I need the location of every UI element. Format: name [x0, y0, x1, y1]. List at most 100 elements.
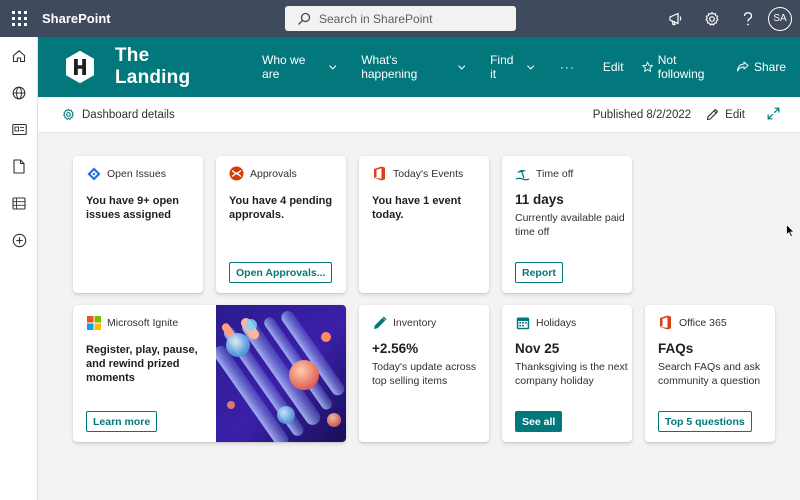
star-icon: [641, 61, 653, 72]
card-header-label: Today's Events: [393, 167, 464, 180]
nav-whats-happening[interactable]: What's happening: [361, 53, 465, 81]
search-placeholder: Search in SharePoint: [319, 11, 433, 26]
site-header: The Landing Who we are What's happening …: [38, 37, 800, 97]
learn-more-button[interactable]: Learn more: [86, 411, 158, 432]
help-button[interactable]: [730, 0, 766, 37]
card-title: You have 9+ open issues assigned: [86, 195, 180, 221]
holidays-card[interactable]: Holidays Nov 25 Thanksgiving is the next…: [502, 305, 632, 442]
card-description: Search FAQs and ask community a question: [658, 361, 761, 387]
follow-label: Not following: [657, 53, 705, 81]
inventory-card[interactable]: Inventory +2.56% Today's update across t…: [359, 305, 489, 442]
command-bar: Dashboard details Published 8/2/2022 Edi…: [38, 97, 800, 133]
nav-label: Who we are: [262, 53, 306, 81]
nav-find-it[interactable]: Find it: [490, 53, 535, 81]
page-edit-button[interactable]: Edit: [706, 108, 745, 121]
beach-icon: [515, 166, 530, 181]
dashboard-canvas: Open Issues You have 9+ open issues assi…: [38, 133, 800, 500]
card-title: You have 1 event today.: [372, 195, 462, 221]
expand-icon: [767, 107, 780, 119]
rail-create-button[interactable]: [0, 222, 38, 259]
card-header-label: Open Issues: [107, 167, 166, 180]
search-icon: [298, 12, 311, 25]
office-icon: [658, 315, 673, 330]
avatar[interactable]: SA: [768, 6, 792, 31]
settings-button[interactable]: [694, 0, 730, 37]
gear-icon: [705, 11, 719, 26]
card-description: Today's update across top selling items: [372, 361, 477, 387]
open-issues-card[interactable]: Open Issues You have 9+ open issues assi…: [73, 156, 203, 293]
time-off-value: 11 days: [515, 192, 564, 207]
card-title: You have 4 pending approvals.: [229, 195, 333, 221]
dashboard-details-label: Dashboard details: [82, 108, 175, 121]
card-description: Currently available paid time off: [515, 212, 625, 238]
rail-lists-button[interactable]: [0, 185, 38, 222]
announcements-button[interactable]: [658, 0, 694, 37]
card-header-label: Holidays: [536, 316, 577, 329]
left-rail: [0, 37, 38, 500]
home-icon: [12, 49, 26, 62]
expand-button[interactable]: [767, 107, 780, 123]
see-all-button[interactable]: See all: [515, 411, 563, 432]
share-icon: [736, 61, 749, 72]
share-button[interactable]: Share: [736, 60, 786, 74]
top-questions-button[interactable]: Top 5 questions: [658, 411, 752, 432]
todays-events-card[interactable]: Today's Events You have 1 event today.: [359, 156, 489, 293]
list-icon: [12, 197, 26, 210]
card-header-label: Microsoft Ignite: [107, 316, 179, 329]
nav-label: Find it: [490, 53, 514, 81]
site-navigation: Who we are What's happening Find it ··· …: [262, 53, 800, 81]
nav-label: What's happening: [361, 53, 418, 81]
megaphone-icon: [669, 12, 682, 25]
question-icon: [743, 11, 753, 25]
report-button[interactable]: Report: [515, 262, 563, 283]
nav-more-button[interactable]: ···: [560, 60, 575, 74]
globe-icon: [12, 86, 26, 99]
open-approvals-button[interactable]: Open Approvals...: [229, 262, 333, 283]
rail-news-button[interactable]: [0, 111, 38, 148]
site-logo[interactable]: [65, 50, 95, 84]
file-icon: [13, 159, 25, 174]
card-header-label: Office 365: [679, 316, 727, 329]
office-365-card[interactable]: Office 365 FAQs Search FAQs and ask comm…: [645, 305, 775, 442]
calendar-icon: [515, 315, 530, 330]
follow-button[interactable]: Not following: [641, 53, 722, 81]
news-icon: [11, 123, 27, 136]
chevron-down-icon: [527, 64, 535, 70]
rail-files-button[interactable]: [0, 148, 38, 185]
approvals-card[interactable]: Approvals You have 4 pending approvals. …: [216, 156, 346, 293]
site-title[interactable]: The Landing: [115, 45, 226, 89]
card-header-label: Inventory: [393, 316, 437, 329]
inventory-value: +2.56%: [372, 341, 419, 356]
holiday-date: Nov 25: [515, 341, 560, 356]
gear-icon: [63, 108, 74, 120]
card-title: Register, play, pause, and rewind prized…: [86, 344, 198, 384]
card-description: Thanksgiving is the next company holiday: [515, 361, 628, 387]
pencil-icon: [707, 108, 719, 121]
microsoft-logo-icon: [86, 315, 101, 330]
dashboard-details-button[interactable]: Dashboard details: [62, 108, 175, 121]
hexagon-logo-icon: [66, 50, 94, 84]
office-icon: [372, 166, 387, 181]
diamond-icon: [86, 166, 101, 181]
edit-tag-icon: [372, 315, 387, 330]
chevron-down-icon: [328, 64, 337, 70]
faqs-title: FAQs: [658, 341, 694, 356]
rail-sites-button[interactable]: [0, 74, 38, 111]
app-name[interactable]: SharePoint: [42, 11, 111, 26]
card-header-label: Time off: [536, 167, 574, 180]
share-label: Share: [753, 60, 786, 74]
app-launcher-button[interactable]: [0, 0, 38, 37]
published-date: Published 8/2/2022: [592, 108, 692, 121]
nav-who-we-are[interactable]: Who we are: [262, 53, 337, 81]
rail-home-button[interactable]: [0, 37, 38, 74]
suite-bar: SharePoint Search in SharePoint SA: [0, 0, 800, 37]
time-off-card[interactable]: Time off 11 days Currently available pai…: [502, 156, 632, 293]
mouse-cursor-icon: [786, 223, 795, 243]
card-header-label: Approvals: [250, 167, 297, 180]
nav-edit-link[interactable]: Edit: [603, 60, 624, 74]
chevron-down-icon: [457, 64, 465, 70]
search-box[interactable]: Search in SharePoint: [285, 6, 516, 31]
approvals-icon: [229, 166, 244, 181]
microsoft-ignite-card[interactable]: Microsoft Ignite Register, play, pause, …: [73, 305, 346, 442]
page-edit-label: Edit: [725, 108, 745, 121]
